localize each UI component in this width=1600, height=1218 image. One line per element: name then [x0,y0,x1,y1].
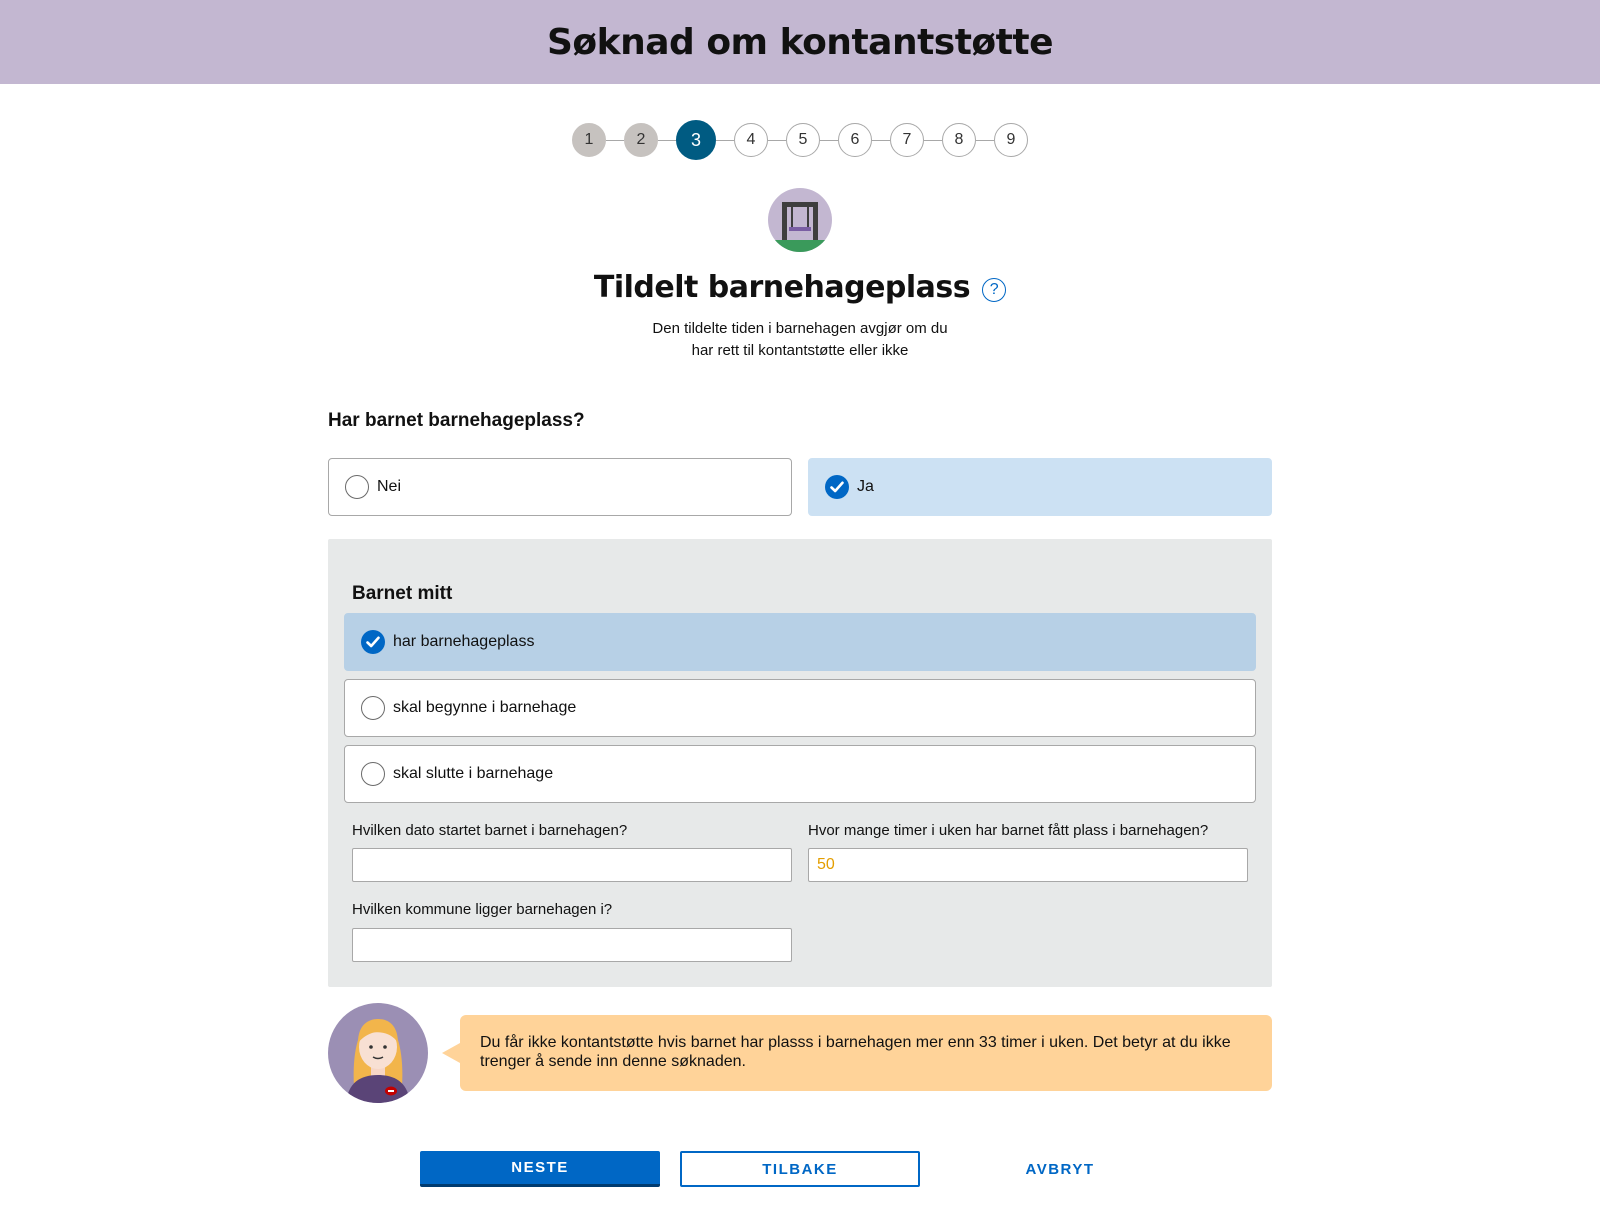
radio-unchecked-icon [361,696,385,720]
cancel-button[interactable]: AVBRYT [940,1151,1180,1187]
step-2[interactable]: 2 [624,123,658,157]
radio-label: Ja [857,478,874,495]
checkmark-icon [361,630,385,654]
step-8: 8 [942,123,976,157]
radio-option-nei[interactable]: Nei [328,458,792,516]
step-connector [768,139,786,141]
page-header: Søknad om kontantstøtte [0,0,1600,84]
child-details-panel: Barnet mitt har barnehageplass skal begy… [328,539,1272,987]
hours-label: Hvor mange timer i uken har barnet fått … [808,822,1209,839]
checkmark-icon [825,475,849,499]
step-connector [658,139,676,141]
description-line: Den tildelte tiden i barnehagen avgjør o… [652,320,948,337]
step-6: 6 [838,123,872,157]
guide-avatar-icon [328,1003,428,1103]
step-connector [606,139,624,141]
start-date-input[interactable] [352,848,792,882]
radio-label: skal begynne i barnehage [393,699,577,716]
step-3-current[interactable]: 3 [676,120,716,160]
radio-label: Nei [377,478,402,495]
municipality-input[interactable] [352,928,792,962]
radio-option-ja[interactable]: Ja [808,458,1272,516]
step-connector [716,139,734,141]
hours-input[interactable] [808,848,1248,882]
radio-unchecked-icon [345,475,369,499]
section-title: Tildelt barnehageplass [593,270,971,305]
municipality-label: Hvilken kommune ligger barnehagen i? [352,901,613,918]
radio-unchecked-icon [361,762,385,786]
description-line: har rett til kontantstøtte eller ikke [691,342,909,359]
section-heading: Tildelt barnehageplass ? [0,270,1600,305]
radio-option-skal-slutte[interactable]: skal slutte i barnehage [344,745,1256,803]
step-connector [924,139,942,141]
progress-stepper: 1 2 3 4 5 6 7 8 9 [0,120,1600,160]
step-5: 5 [786,123,820,157]
question-label: Har barnet barnehageplass? [328,410,585,431]
section-description: Den tildelte tiden i barnehagen avgjør o… [600,318,1000,362]
radio-option-har-barnehageplass[interactable]: har barnehageplass [344,613,1256,671]
radio-label: har barnehageplass [393,633,535,650]
step-connector [820,139,838,141]
step-9: 9 [994,123,1028,157]
radio-label: skal slutte i barnehage [393,765,554,782]
guide-message: Du får ikke kontantstøtte hvis barnet ha… [442,1015,1272,1091]
next-button[interactable]: NESTE [420,1151,660,1187]
step-4: 4 [734,123,768,157]
step-1[interactable]: 1 [572,123,606,157]
page-title: Søknad om kontantstøtte [547,21,1053,63]
start-date-label: Hvilken dato startet barnet i barnehagen… [352,822,628,839]
step-connector [976,139,994,141]
radio-option-skal-begynne[interactable]: skal begynne i barnehage [344,679,1256,737]
swing-icon [768,188,832,252]
step-connector [872,139,890,141]
panel-title: Barnet mitt [352,583,453,604]
back-button[interactable]: TILBAKE [680,1151,920,1187]
question-mark-icon[interactable]: ? [982,277,1007,302]
step-7: 7 [890,123,924,157]
